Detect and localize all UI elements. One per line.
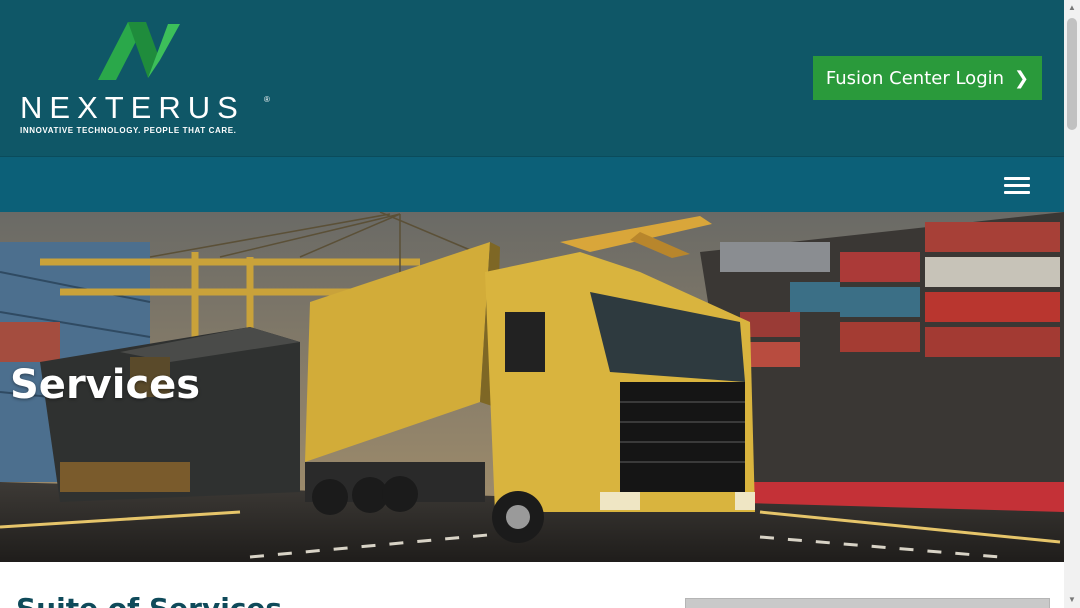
chevron-right-icon: ❯ <box>1014 67 1030 89</box>
scroll-up-arrow-icon[interactable]: ▲ <box>1064 0 1080 16</box>
page: NEXTERUS ® INNOVATIVE TECHNOLOGY. PEOPLE… <box>0 0 1064 608</box>
scrollbar-thumb[interactable] <box>1067 18 1077 130</box>
section-heading: Suite of Services <box>16 592 282 608</box>
logo-wordmark: NEXTERUS <box>20 90 245 125</box>
site-header: NEXTERUS ® INNOVATIVE TECHNOLOGY. PEOPLE… <box>0 0 1064 156</box>
hamburger-menu-icon[interactable] <box>1004 177 1030 195</box>
logo-registered-mark: ® <box>264 95 270 104</box>
vertical-scrollbar[interactable]: ▲ ▼ <box>1064 0 1080 608</box>
fusion-center-login-button[interactable]: Fusion Center Login ❯ <box>813 56 1042 100</box>
scroll-down-arrow-icon[interactable]: ▼ <box>1064 592 1080 608</box>
logo-mark-icon <box>98 22 180 80</box>
hero-banner: Services <box>0 212 1064 562</box>
page-title: Services <box>10 362 201 408</box>
logo-tagline: INNOVATIVE TECHNOLOGY. PEOPLE THAT CARE. <box>20 126 237 135</box>
login-button-label: Fusion Center Login <box>825 67 1005 89</box>
nav-bar <box>0 156 1064 213</box>
nexterus-logo[interactable]: NEXTERUS ® INNOVATIVE TECHNOLOGY. PEOPLE… <box>20 20 280 140</box>
content-image <box>685 598 1050 608</box>
